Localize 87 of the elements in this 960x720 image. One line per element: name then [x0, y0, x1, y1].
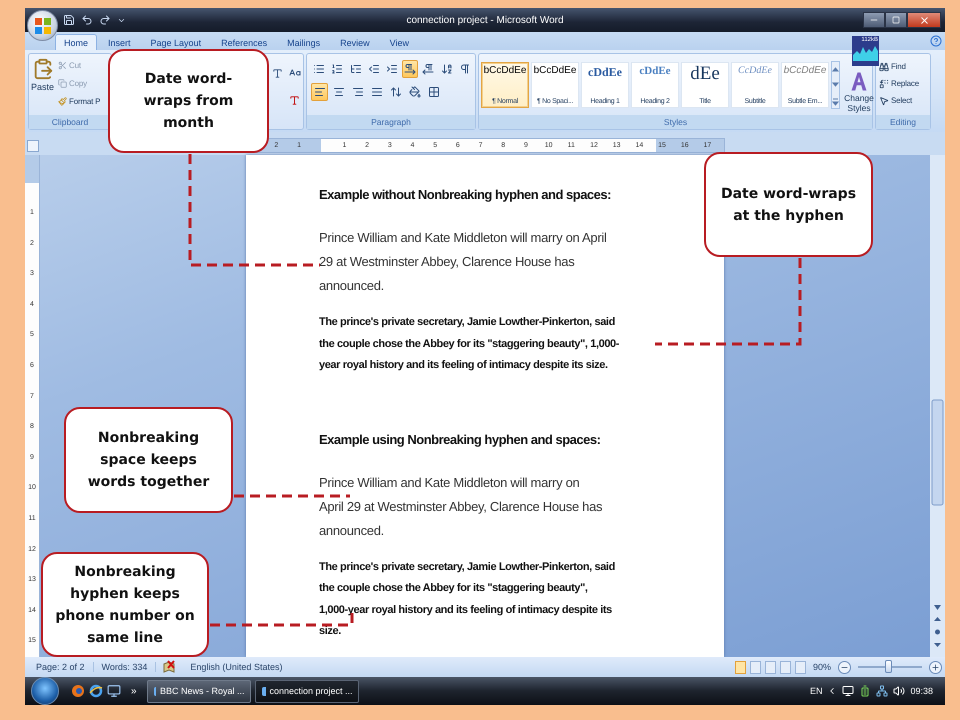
- network-icon[interactable]: [876, 685, 888, 697]
- battery-icon[interactable]: [859, 685, 872, 697]
- scissors-icon: [58, 61, 68, 70]
- zoom-slider-thumb[interactable]: [885, 660, 892, 673]
- undo-icon[interactable]: [81, 14, 93, 26]
- group-label: Editing: [876, 115, 930, 129]
- start-button[interactable]: [31, 677, 59, 705]
- borders-glyph-icon: [428, 86, 440, 98]
- save-icon[interactable]: [63, 14, 75, 26]
- align-center-glyph-icon: [332, 86, 344, 98]
- multilevel-glyph-icon: [350, 63, 362, 75]
- ribbon-tab[interactable]: Insert: [99, 34, 140, 50]
- zoom-in-button[interactable]: [929, 660, 942, 674]
- monitor-icon[interactable]: [842, 685, 854, 697]
- word-count[interactable]: Words: 334: [94, 662, 156, 672]
- language-status[interactable]: English (United States): [182, 662, 290, 672]
- callout: Date word-wraps from month: [108, 49, 269, 153]
- document-paragraph: The prince's private secretary, Jamie Lowther-Pinkerton, said the couple chose the Abbey for its "staggering beauty", 1,000- year royal history and its feeling of intimacy despite its size.: [319, 315, 620, 373]
- ribbon-tab[interactable]: References: [212, 34, 276, 50]
- ribbon-tab[interactable]: Home: [55, 34, 98, 50]
- replace-button[interactable]: Replace: [878, 76, 928, 91]
- sort-glyph-icon: [440, 63, 453, 75]
- format-painter-button[interactable]: Format P: [57, 94, 102, 109]
- callout: Nonbreaking space keeps words together: [64, 407, 233, 513]
- letter-a-icon: [849, 71, 869, 92]
- align-right-glyph-icon: [352, 86, 364, 98]
- restore-button[interactable]: [885, 12, 907, 28]
- group-label: Clipboard: [29, 115, 111, 129]
- clock[interactable]: 09:38: [910, 686, 933, 696]
- align-left-glyph-icon: [314, 86, 326, 98]
- vertical-scrollbar[interactable]: [930, 155, 945, 657]
- align-left-icon[interactable]: [311, 83, 328, 101]
- line-spacing-glyph-icon: [390, 86, 402, 98]
- outdent-glyph-icon: [368, 63, 380, 75]
- ribbon-tab[interactable]: View: [380, 34, 418, 50]
- paintbrush-icon: [58, 97, 68, 106]
- volume-icon[interactable]: [893, 685, 906, 697]
- indent-glyph-icon: [386, 63, 398, 75]
- close-icon: [918, 14, 930, 26]
- replace-icon: [879, 78, 889, 88]
- taskbar-overflow[interactable]: »: [131, 686, 137, 696]
- rtl-glyph-icon: [422, 63, 434, 75]
- ltr-icon[interactable]: [402, 60, 418, 78]
- app-icon: [152, 686, 156, 696]
- document-paragraph: The prince's private secretary, Jamie Lowther-Pinkerton, said the couple chose the Abbey for its "staggering beauty", 1,000-year royal history and its feeling of intimacy despite its size.: [319, 560, 616, 639]
- ribbon-tab[interactable]: Mailings: [278, 34, 330, 50]
- redo-icon[interactable]: [99, 14, 111, 26]
- plus-icon: [931, 662, 940, 672]
- change-styles-button[interactable]: Change Styles: [842, 71, 876, 113]
- pointer-icon: [879, 96, 889, 106]
- zoom-level[interactable]: 90%: [810, 662, 834, 672]
- shading-glyph-icon: [408, 86, 420, 98]
- paste-button[interactable]: Paste: [31, 56, 54, 113]
- page-count[interactable]: Page: 2 of 2: [28, 662, 94, 672]
- window-title: connection project - Microsoft Word: [405, 14, 565, 26]
- document-paragraph: Prince William and Kate Middleton will marry on April 29 at Westminster Abbey, Clarence House has announced.: [319, 474, 604, 540]
- close-button[interactable]: [907, 12, 941, 28]
- show-desktop-icon[interactable]: [107, 684, 121, 698]
- gallery-scroll-icon[interactable]: [831, 60, 840, 108]
- example-heading: Example using Nonbreaking hyphen and spaces:: [319, 430, 602, 449]
- callout: Nonbreaking hyphen keeps phone number on same line: [41, 552, 209, 657]
- browser-icon[interactable]: [71, 684, 85, 698]
- group-label: Styles: [479, 115, 872, 129]
- ribbon-tab[interactable]: Review: [331, 34, 379, 50]
- numbering-glyph-icon: [331, 63, 344, 75]
- select-button[interactable]: Select: [878, 93, 928, 108]
- copy-icon: [58, 79, 68, 88]
- pilcrow-glyph-icon: [458, 63, 471, 75]
- input-language[interactable]: EN: [810, 686, 822, 696]
- example-heading: Example without Nonbreaking hyphen and spaces:: [319, 186, 612, 204]
- zoom-out-button[interactable]: [838, 660, 851, 674]
- binoculars-icon: [879, 62, 889, 72]
- ribbon-tab[interactable]: Page Layout: [142, 34, 210, 50]
- callout: Date word-wraps at the hyphen: [704, 152, 873, 257]
- taskbar-button[interactable]: connection project ...: [254, 680, 359, 702]
- spelling-check-icon[interactable]: [162, 660, 176, 674]
- ltr-glyph-icon: [404, 63, 416, 75]
- justify-glyph-icon: [370, 86, 382, 98]
- browser-icon[interactable]: [89, 684, 103, 698]
- group-label: Paragraph: [307, 115, 475, 129]
- restore-icon: [892, 16, 900, 24]
- help-icon[interactable]: [930, 35, 942, 47]
- taskbar-button[interactable]: BBC News - Royal ...: [146, 680, 251, 702]
- minimize-button[interactable]: [863, 12, 885, 28]
- office-logo: [34, 16, 52, 34]
- document-paragraph: Prince William and Kate Middleton will marry on April 29 at Westminster Abbey, Clarence House has announced.: [319, 229, 608, 295]
- app-icon: [260, 686, 266, 696]
